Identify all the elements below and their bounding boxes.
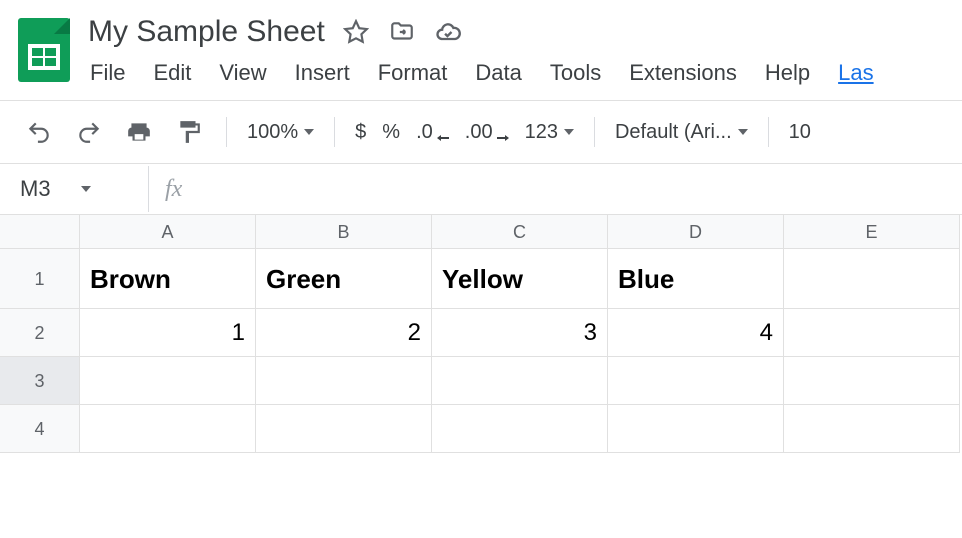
- cell-B2[interactable]: 2: [256, 309, 432, 357]
- toolbar-separator: [226, 117, 227, 147]
- cell-B4[interactable]: [256, 405, 432, 453]
- menu-last-edit[interactable]: Las: [838, 60, 873, 86]
- cell-D1[interactable]: Blue: [608, 249, 784, 309]
- zoom-dropdown[interactable]: 100%: [247, 121, 314, 144]
- font-size-input[interactable]: 10: [789, 121, 811, 144]
- number-format-dropdown[interactable]: 123: [525, 121, 574, 144]
- name-box-value: M3: [20, 176, 51, 202]
- app-header: My Sample Sheet File Edit View Insert Fo…: [0, 0, 962, 100]
- fx-label: fx: [149, 176, 182, 203]
- cloud-status-icon[interactable]: [433, 17, 463, 47]
- row-header-1[interactable]: 1: [0, 249, 80, 309]
- cell-C2[interactable]: 3: [432, 309, 608, 357]
- menu-format[interactable]: Format: [378, 60, 448, 86]
- menu-tools[interactable]: Tools: [550, 60, 601, 86]
- menu-extensions[interactable]: Extensions: [629, 60, 737, 86]
- app-logo[interactable]: [18, 10, 70, 80]
- menubar: File Edit View Insert Format Data Tools …: [88, 54, 944, 100]
- cell-E2[interactable]: [784, 309, 960, 357]
- formula-bar-row: M3 fx: [0, 163, 962, 215]
- cell-B1[interactable]: Green: [256, 249, 432, 309]
- move-folder-icon[interactable]: [387, 17, 417, 47]
- cell-A3[interactable]: [80, 357, 256, 405]
- cell-A4[interactable]: [80, 405, 256, 453]
- col-header-D[interactable]: D: [608, 215, 784, 249]
- col-header-A[interactable]: A: [80, 215, 256, 249]
- doc-title[interactable]: My Sample Sheet: [88, 15, 325, 49]
- star-icon[interactable]: [341, 17, 371, 47]
- name-box[interactable]: M3: [0, 176, 148, 202]
- cell-E3[interactable]: [784, 357, 960, 405]
- decrease-decimal-button[interactable]: .0: [416, 121, 449, 144]
- menu-help[interactable]: Help: [765, 60, 810, 86]
- cell-C1[interactable]: Yellow: [432, 249, 608, 309]
- font-dropdown[interactable]: Default (Ari...: [615, 121, 748, 144]
- paint-format-icon[interactable]: [172, 115, 206, 149]
- cell-E4[interactable]: [784, 405, 960, 453]
- menu-insert[interactable]: Insert: [295, 60, 350, 86]
- increase-decimal-button[interactable]: .00: [465, 121, 509, 144]
- cell-A1[interactable]: Brown: [80, 249, 256, 309]
- redo-icon[interactable]: [72, 115, 106, 149]
- cell-D2[interactable]: 4: [608, 309, 784, 357]
- menu-edit[interactable]: Edit: [153, 60, 191, 86]
- cell-E1[interactable]: [784, 249, 960, 309]
- col-header-C[interactable]: C: [432, 215, 608, 249]
- cell-D4[interactable]: [608, 405, 784, 453]
- chevron-down-icon: [81, 186, 91, 192]
- menu-data[interactable]: Data: [475, 60, 521, 86]
- format-percent-button[interactable]: %: [382, 121, 400, 144]
- toolbar-separator: [594, 117, 595, 147]
- zoom-value: 100%: [247, 121, 298, 144]
- cell-A2[interactable]: 1: [80, 309, 256, 357]
- row-header-2[interactable]: 2: [0, 309, 80, 357]
- cell-C3[interactable]: [432, 357, 608, 405]
- chevron-down-icon: [564, 129, 574, 135]
- spreadsheet-grid: A B C D E 1 Brown Green Yellow Blue 2 1 …: [0, 215, 962, 453]
- cell-C4[interactable]: [432, 405, 608, 453]
- chevron-down-icon: [304, 129, 314, 135]
- row-header-3[interactable]: 3: [0, 357, 80, 405]
- toolbar: 100% $ % .0 .00 123 Default (Ari... 10: [0, 101, 962, 163]
- toolbar-separator: [334, 117, 335, 147]
- chevron-down-icon: [738, 129, 748, 135]
- menu-view[interactable]: View: [219, 60, 266, 86]
- select-all-corner[interactable]: [0, 215, 80, 249]
- toolbar-separator: [768, 117, 769, 147]
- col-header-B[interactable]: B: [256, 215, 432, 249]
- print-icon[interactable]: [122, 115, 156, 149]
- col-header-E[interactable]: E: [784, 215, 960, 249]
- undo-icon[interactable]: [22, 115, 56, 149]
- format-currency-button[interactable]: $: [355, 121, 366, 144]
- row-header-4[interactable]: 4: [0, 405, 80, 453]
- cell-B3[interactable]: [256, 357, 432, 405]
- cell-D3[interactable]: [608, 357, 784, 405]
- menu-file[interactable]: File: [90, 60, 125, 86]
